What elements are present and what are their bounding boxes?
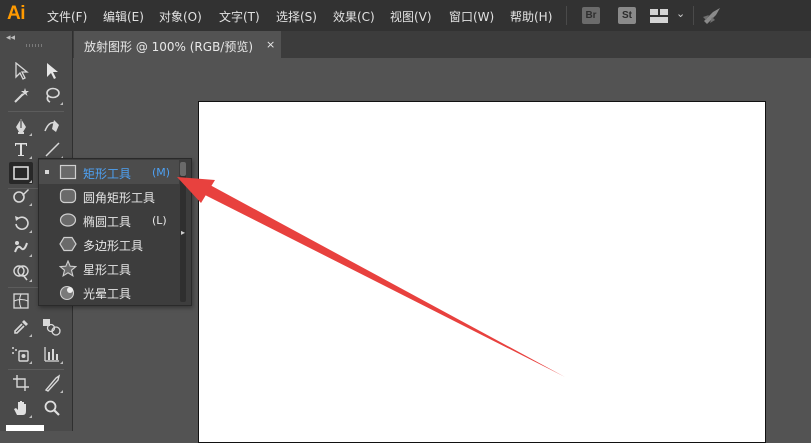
annotation-arrow xyxy=(177,177,565,377)
